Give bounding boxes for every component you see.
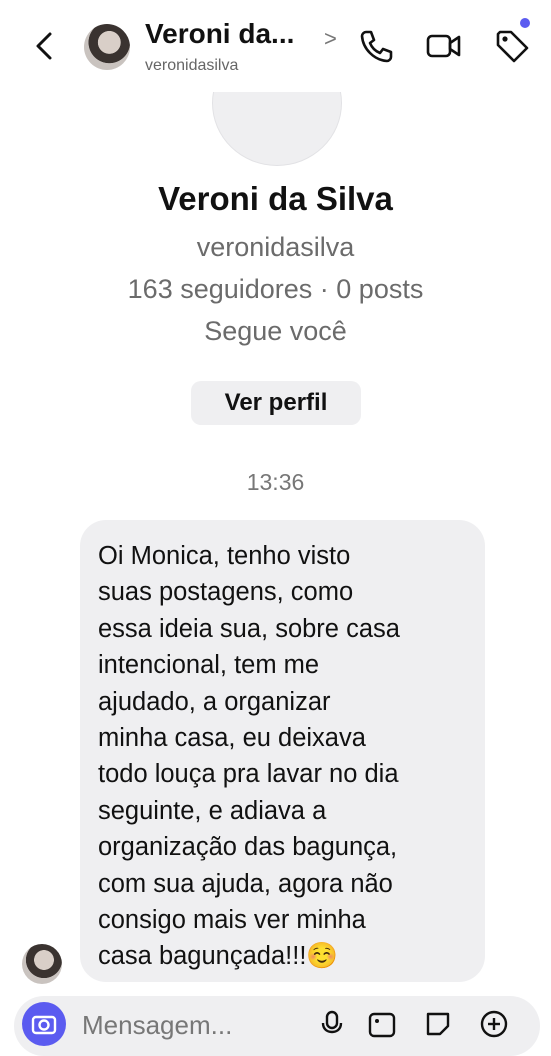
profile-username: veronidasilva	[196, 232, 355, 262]
mic-icon	[321, 1010, 343, 1034]
sticker-button[interactable]	[422, 1008, 454, 1040]
back-button[interactable]	[28, 28, 64, 64]
avatar[interactable]	[84, 24, 130, 70]
gallery-icon	[368, 1012, 396, 1038]
message-line: intencional, tem me	[98, 651, 320, 680]
profile-stats: 163 seguidores · 0 posts	[127, 274, 424, 304]
header-display-name[interactable]: Veroni da...	[145, 18, 294, 50]
follow-status: Segue você	[204, 316, 347, 346]
message-line: essa ideia sua, sobre casa	[98, 614, 400, 643]
header-username: veronidasilva	[145, 57, 239, 74]
message-line: com sua ajuda, agora não	[98, 869, 393, 898]
message-line: organização das bagunça,	[98, 833, 398, 862]
message-bubble[interactable]: Oi Monica, tenho visto suas postagens, c…	[80, 520, 485, 982]
message-line: consigo mais ver minha	[98, 906, 366, 935]
message-timestamp: 13:36	[246, 469, 305, 495]
back-icon	[36, 32, 52, 60]
sticker-icon	[426, 1012, 450, 1036]
message-line: casa bagunçada!!!☺️	[98, 942, 339, 971]
call-button[interactable]	[356, 26, 396, 66]
phone-icon	[360, 30, 393, 63]
camera-button[interactable]	[22, 1002, 66, 1046]
add-button[interactable]	[478, 1008, 510, 1040]
camera-icon	[31, 1015, 57, 1035]
view-profile-button[interactable]: Ver perfil	[191, 381, 361, 425]
message-line: ajudado, a organizar	[98, 687, 331, 716]
notification-dot	[520, 18, 530, 28]
profile-name: Veroni da Silva	[158, 180, 393, 217]
message-input[interactable]	[80, 1004, 304, 1046]
add-icon	[480, 1010, 508, 1038]
message-line: minha casa, eu deixava	[98, 724, 366, 753]
message-line: suas postagens, como	[98, 578, 354, 607]
video-call-button[interactable]	[424, 26, 464, 66]
gallery-button[interactable]	[366, 1008, 398, 1040]
message-line: Oi Monica, tenho visto	[98, 542, 351, 570]
tag-icon	[496, 30, 529, 63]
video-icon	[426, 34, 461, 58]
chevron-right-icon[interactable]: >	[324, 26, 337, 52]
tag-button[interactable]	[492, 26, 532, 66]
message-line: seguinte, e adiava a	[98, 796, 327, 825]
sender-avatar[interactable]	[22, 944, 62, 984]
mic-button[interactable]	[316, 1008, 348, 1040]
message-line: todo louça pra lavar no dia	[98, 760, 399, 789]
chat-header: Veroni da... > veronidasilva	[0, 0, 551, 92]
